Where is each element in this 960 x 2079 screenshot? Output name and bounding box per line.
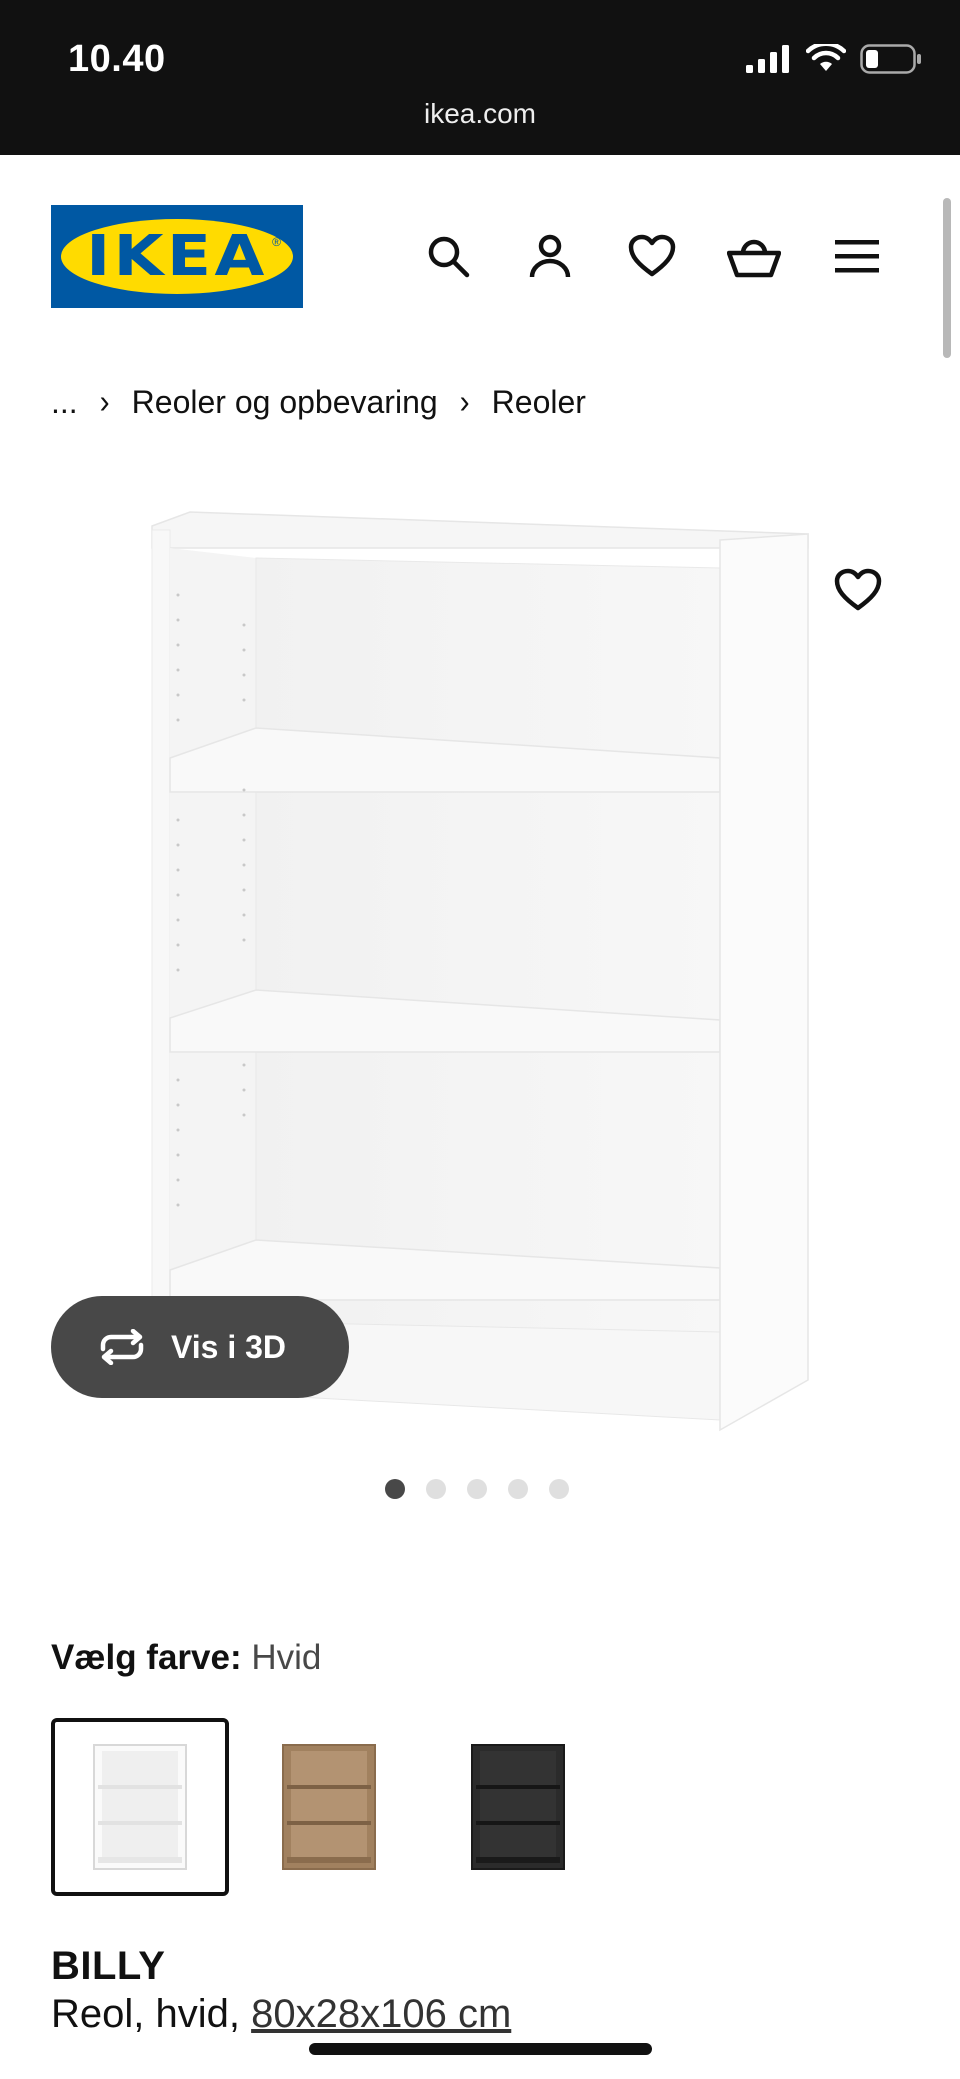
logo-text: IKEA: [86, 224, 268, 289]
ikea-logo[interactable]: IKEA ®: [51, 205, 303, 308]
account-button[interactable]: [520, 226, 580, 286]
gallery-dot-4[interactable]: [508, 1479, 528, 1499]
product-description: Reol, hvid, 80x28x106 cm: [51, 1992, 511, 2037]
view-in-3d-button[interactable]: Vis i 3D: [51, 1296, 349, 1398]
address-bar-url[interactable]: ikea.com: [0, 98, 960, 130]
product-dimensions-link[interactable]: 80x28x106 cm: [251, 1992, 511, 2036]
basket-button[interactable]: [724, 226, 784, 286]
gallery-dot-2[interactable]: [426, 1479, 446, 1499]
chevron-right-icon: ›: [459, 383, 470, 421]
color-label-text: Vælg farve:: [51, 1638, 242, 1677]
heart-icon: [628, 234, 676, 277]
bookcase-thumbnail-wood: [282, 1744, 376, 1870]
color-swatch-black[interactable]: [429, 1718, 607, 1896]
breadcrumb-item-storage[interactable]: Reoler og opbevaring: [132, 384, 438, 421]
status-bar: 10.40 ikea.com: [0, 0, 960, 155]
status-icons: [746, 42, 922, 76]
color-selector-label: Vælg farve: Hvid: [51, 1638, 321, 1678]
color-swatch-wood[interactable]: [240, 1718, 418, 1896]
chevron-right-icon: ›: [99, 383, 110, 421]
rotate-3d-icon: [100, 1329, 144, 1365]
registered-mark: ®: [272, 235, 281, 249]
cellular-signal-icon: [746, 45, 789, 73]
bookcase-thumbnail-black: [471, 1744, 565, 1870]
image-favourite-button[interactable]: [828, 560, 888, 620]
heart-icon: [834, 568, 882, 611]
wifi-icon: [806, 44, 846, 71]
product-name: BILLY: [51, 1944, 166, 1988]
gallery-dot-3[interactable]: [467, 1479, 487, 1499]
color-swatches: [51, 1718, 607, 1896]
product-type: Reol, hvid,: [51, 1992, 240, 2036]
account-icon: [529, 234, 571, 278]
menu-button[interactable]: [827, 226, 887, 286]
view-in-3d-label: Vis i 3D: [171, 1328, 287, 1365]
shopping-basket-icon: [727, 239, 781, 278]
favourites-button[interactable]: [622, 226, 682, 286]
status-time: 10.40: [68, 38, 166, 80]
hamburger-menu-icon: [835, 240, 879, 273]
page-scrollbar[interactable]: [943, 198, 951, 358]
selected-color-value: Hvid: [251, 1638, 322, 1677]
breadcrumb-item-shelves[interactable]: Reoler: [492, 384, 586, 421]
battery-icon: [860, 44, 921, 74]
search-icon: [428, 236, 470, 278]
bookcase-thumbnail-white: [93, 1744, 187, 1870]
gallery-pagination: [385, 1479, 569, 1499]
gallery-dot-1[interactable]: [385, 1479, 405, 1499]
breadcrumb: ... › Reoler og opbevaring › Reoler: [51, 384, 586, 421]
breadcrumb-ellipsis[interactable]: ...: [51, 384, 78, 421]
search-button[interactable]: [418, 226, 478, 286]
home-indicator[interactable]: [309, 2043, 652, 2055]
gallery-dot-5[interactable]: [549, 1479, 569, 1499]
color-swatch-white[interactable]: [51, 1718, 229, 1896]
